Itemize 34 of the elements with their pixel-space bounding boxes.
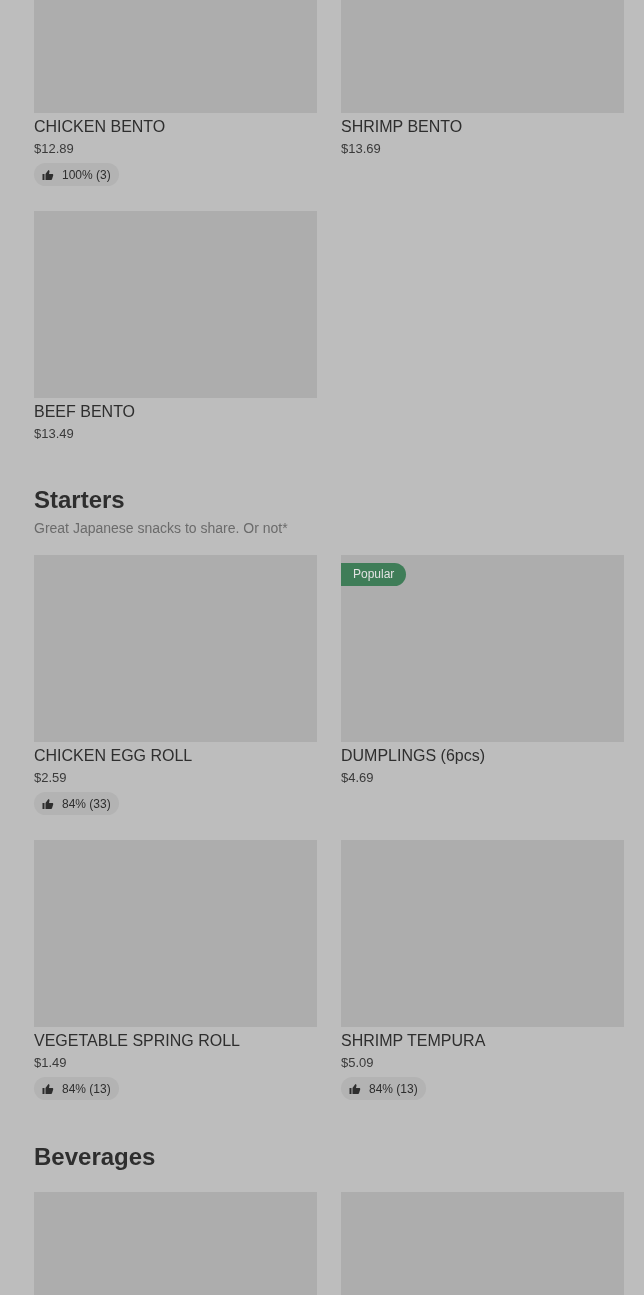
item-name[interactable]: CHICKEN EGG ROLL	[34, 746, 193, 766]
thumbs-up-icon	[42, 797, 54, 810]
item-name[interactable]: BEEF BENTO	[34, 402, 136, 422]
item-name[interactable]: VEGETABLE SPRING ROLL	[34, 1031, 240, 1051]
section-description: Great Japanese snacks to share. Or not*	[34, 519, 289, 537]
item-name[interactable]: SHRIMP TEMPURA	[341, 1031, 486, 1051]
rating-text: 84% (13)	[369, 1080, 418, 1098]
menu-item-card[interactable]: Popular DUMPLINGS (6pcs) $4.69	[341, 555, 624, 815]
thumbs-up-icon	[349, 1082, 361, 1095]
thumbs-up-icon	[42, 1082, 54, 1095]
image-placeholder[interactable]: Popular	[341, 555, 624, 742]
rating-text: 84% (13)	[62, 1080, 111, 1098]
item-price: $2.59	[34, 769, 67, 787]
section-title: Starters	[34, 485, 126, 515]
item-price: $1.49	[34, 1054, 67, 1072]
item-price: $13.49	[34, 425, 74, 443]
rating-text: 100% (3)	[62, 166, 111, 184]
item-price: $4.69	[341, 769, 374, 787]
menu-item-card[interactable]: CHICKEN BENTO $12.89 100% (3)	[34, 0, 317, 186]
item-price: $12.89	[34, 140, 74, 158]
menu-item-card[interactable]: SHRIMP TEMPURA $5.09 84% (13)	[341, 840, 624, 1100]
menu-item-card[interactable]: CHICKEN EGG ROLL $2.59 84% (33)	[34, 555, 317, 815]
rating-text: 84% (33)	[62, 795, 111, 813]
menu-item-card[interactable]: VEGETABLE SPRING ROLL $1.49 84% (13)	[34, 840, 317, 1100]
menu-item-card[interactable]: BEEF BENTO $13.49	[34, 211, 317, 443]
popular-badge: Popular	[341, 563, 407, 586]
item-name[interactable]: SHRIMP BENTO	[341, 117, 463, 137]
item-price: $13.69	[341, 140, 381, 158]
menu-item-card[interactable]: SHRIMP BENTO $13.69	[341, 0, 624, 186]
thumbs-up-icon	[42, 168, 54, 181]
section-title: Beverages	[34, 1142, 157, 1172]
item-name[interactable]: CHICKEN BENTO	[34, 117, 166, 137]
item-name[interactable]: DUMPLINGS (6pcs)	[341, 746, 486, 766]
item-price: $5.09	[341, 1054, 374, 1072]
